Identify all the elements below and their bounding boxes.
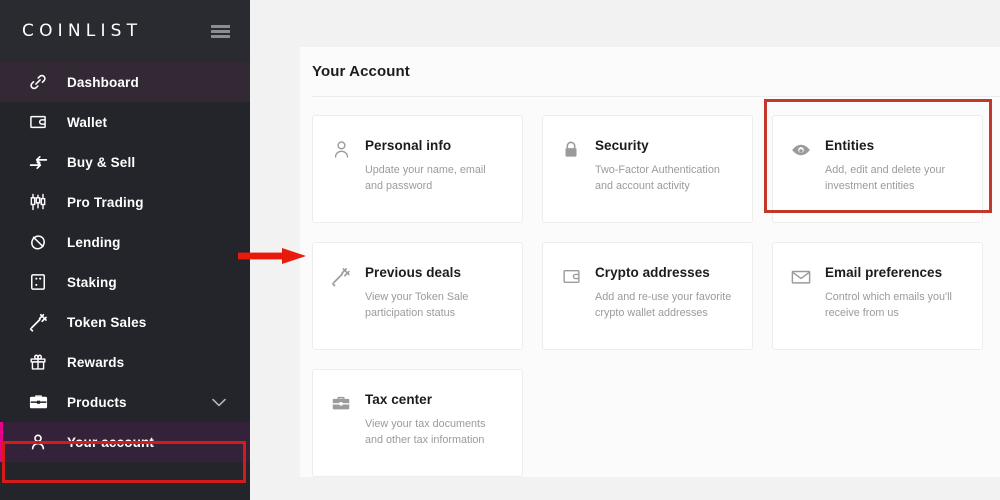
card-title: Crypto addresses xyxy=(595,265,710,280)
sidebar-item-label: Wallet xyxy=(67,114,108,130)
card-description: Add and re-use your favorite crypto wall… xyxy=(595,291,732,319)
sidebar-item-label: Dashboard xyxy=(67,74,139,90)
sidebar-item-buy-sell[interactable]: Buy & Sell xyxy=(0,142,250,182)
account-cards-grid: Personal info Update your name, email an… xyxy=(300,97,1000,477)
page-title: Your Account xyxy=(312,63,410,80)
card-text: Tax center View your tax documents and o… xyxy=(365,392,506,476)
eye-icon xyxy=(790,139,812,161)
active-accent-bar xyxy=(0,422,3,462)
card-entities[interactable]: Entities Add, edit and delete your inves… xyxy=(772,115,983,223)
sidebar-item-staking[interactable]: Staking xyxy=(0,262,250,302)
dice-icon xyxy=(27,271,49,293)
exchange-arrows-icon xyxy=(27,151,49,173)
briefcase-icon xyxy=(330,393,352,415)
lock-icon xyxy=(560,139,582,161)
wallet-outline-icon xyxy=(560,266,582,288)
acorn-icon xyxy=(27,231,49,253)
sidebar-nav: Dashboard Wallet Buy & Sell Pro Trading … xyxy=(0,62,250,462)
card-description: Two-Factor Authentication and account ac… xyxy=(595,164,720,192)
hamburger-menu-icon[interactable] xyxy=(211,24,230,38)
card-crypto-addresses[interactable]: Crypto addresses Add and re-use your fav… xyxy=(542,242,753,350)
person-outline-icon xyxy=(330,139,352,161)
card-description: Add, edit and delete your investment ent… xyxy=(825,164,946,192)
gavel-icon xyxy=(330,266,352,288)
sidebar-item-label: Products xyxy=(67,394,127,410)
coinlist-logo: COINLIST xyxy=(22,21,143,41)
sidebar-item-token-sales[interactable]: Token Sales xyxy=(0,302,250,342)
sidebar-item-label: Buy & Sell xyxy=(67,154,136,170)
card-text: Crypto addresses Add and re-use your fav… xyxy=(595,265,736,349)
card-title: Tax center xyxy=(365,392,433,407)
sidebar-item-label: Pro Trading xyxy=(67,194,144,210)
card-text: Personal info Update your name, email an… xyxy=(365,138,506,222)
sidebar-item-dashboard[interactable]: Dashboard xyxy=(0,62,250,102)
sidebar-item-lending[interactable]: Lending xyxy=(0,222,250,262)
chevron-down-icon[interactable] xyxy=(212,395,226,409)
sidebar-item-label: Token Sales xyxy=(67,314,147,330)
candlestick-chart-icon xyxy=(27,191,49,213)
card-text: Email preferences Control which emails y… xyxy=(825,265,966,349)
gavel-icon xyxy=(27,311,49,333)
sidebar-item-label: Staking xyxy=(67,274,117,290)
card-description: View your Token Sale participation statu… xyxy=(365,291,469,319)
sidebar: COINLIST Dashboard Wallet Buy & Sell Pro… xyxy=(0,0,250,500)
card-email-preferences[interactable]: Email preferences Control which emails y… xyxy=(772,242,983,350)
sidebar-item-label: Rewards xyxy=(67,354,125,370)
main-content: Your Account Personal info Update your n… xyxy=(250,0,1000,500)
hamburger-bar xyxy=(211,34,230,38)
gift-icon xyxy=(27,351,49,373)
card-text: Entities Add, edit and delete your inves… xyxy=(825,138,966,222)
sidebar-item-label: Your account xyxy=(67,434,155,450)
card-description: Update your name, email and password xyxy=(365,164,486,192)
sidebar-item-your-account[interactable]: Your account xyxy=(0,422,250,462)
sidebar-item-wallet[interactable]: Wallet xyxy=(0,102,250,142)
sidebar-item-products[interactable]: Products xyxy=(0,382,250,422)
sidebar-item-rewards[interactable]: Rewards xyxy=(0,342,250,382)
card-title: Entities xyxy=(825,138,875,153)
card-title: Security xyxy=(595,138,649,153)
briefcase-icon xyxy=(27,391,49,413)
hamburger-bar xyxy=(211,29,230,33)
hamburger-bar xyxy=(211,24,230,28)
card-security[interactable]: Security Two-Factor Authentication and a… xyxy=(542,115,753,223)
link-chain-icon xyxy=(27,71,49,93)
card-text: Security Two-Factor Authentication and a… xyxy=(595,138,736,222)
wallet-icon xyxy=(27,111,49,133)
card-title: Previous deals xyxy=(365,265,461,280)
card-tax-center[interactable]: Tax center View your tax documents and o… xyxy=(312,369,523,477)
account-panel: Your Account Personal info Update your n… xyxy=(300,47,1000,477)
card-title: Personal info xyxy=(365,138,452,153)
app-root: COINLIST Dashboard Wallet Buy & Sell Pro… xyxy=(0,0,1000,500)
card-description: Control which emails you'll receive from… xyxy=(825,291,952,319)
sidebar-item-label: Lending xyxy=(67,234,121,250)
card-personal-info[interactable]: Personal info Update your name, email an… xyxy=(312,115,523,223)
card-title: Email preferences xyxy=(825,265,943,280)
sidebar-header: COINLIST xyxy=(0,0,250,62)
envelope-icon xyxy=(790,266,812,288)
person-icon xyxy=(27,431,49,453)
sidebar-item-pro-trading[interactable]: Pro Trading xyxy=(0,182,250,222)
card-text: Previous deals View your Token Sale part… xyxy=(365,265,506,349)
card-description: View your tax documents and other tax in… xyxy=(365,418,486,446)
card-previous-deals[interactable]: Previous deals View your Token Sale part… xyxy=(312,242,523,350)
